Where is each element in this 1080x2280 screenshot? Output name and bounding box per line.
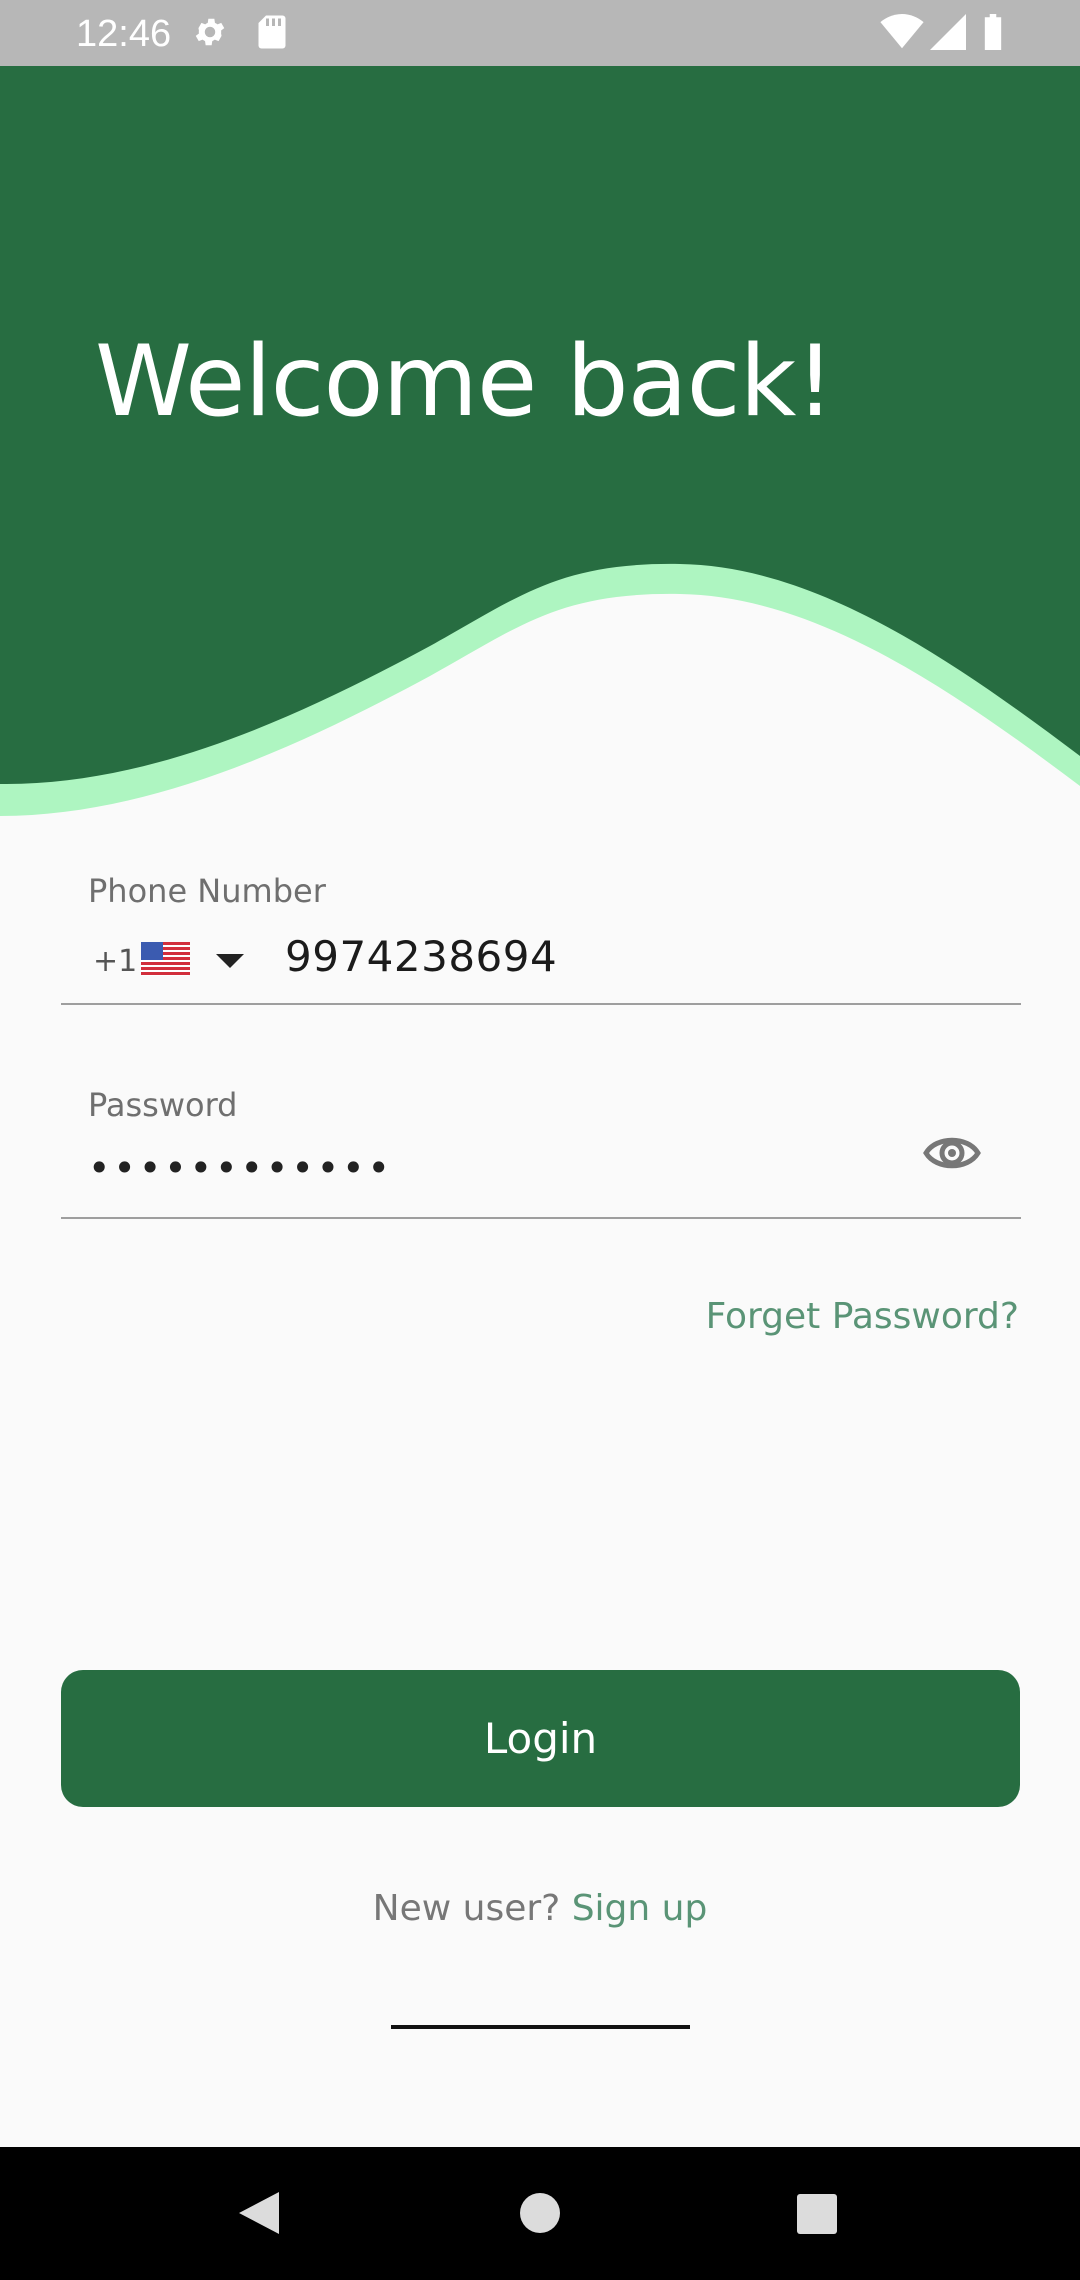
eye-icon[interactable]: [922, 1128, 982, 1178]
phone-number-input[interactable]: 9974238694: [285, 932, 557, 981]
status-bar: 12:46: [0, 0, 1080, 66]
status-time: 12:46: [76, 13, 172, 55]
welcome-header: Welcome back!: [0, 66, 1080, 826]
navigation-bar: [0, 2147, 1080, 2280]
wifi-icon: [880, 14, 924, 49]
page-title: Welcome back!: [95, 325, 835, 439]
settings-icon: [195, 18, 225, 46]
password-input[interactable]: ••••••••••••: [88, 1146, 393, 1190]
signal-icon: [930, 14, 966, 50]
us-flag-icon[interactable]: [141, 942, 190, 976]
password-label: Password: [88, 1086, 238, 1124]
password-underline: [61, 1217, 1021, 1219]
phone-underline: [61, 1003, 1021, 1005]
login-button[interactable]: Login: [61, 1670, 1020, 1807]
sd-card-icon: [258, 15, 286, 49]
home-indicator: [391, 2025, 690, 2029]
signup-link[interactable]: Sign up: [572, 1888, 708, 1929]
back-icon[interactable]: [239, 2192, 279, 2234]
home-icon[interactable]: [520, 2193, 560, 2233]
recents-icon[interactable]: [797, 2194, 837, 2234]
battery-icon: [984, 14, 1002, 50]
phone-number-label: Phone Number: [88, 872, 326, 910]
forget-password-link[interactable]: Forget Password?: [706, 1296, 1019, 1337]
signup-prompt: New user?: [372, 1888, 561, 1929]
header-wave: [0, 66, 1080, 816]
country-dropdown-icon[interactable]: [216, 954, 244, 968]
signup-row: New user? Sign up: [0, 1888, 1080, 1929]
country-code[interactable]: +1: [93, 944, 137, 979]
